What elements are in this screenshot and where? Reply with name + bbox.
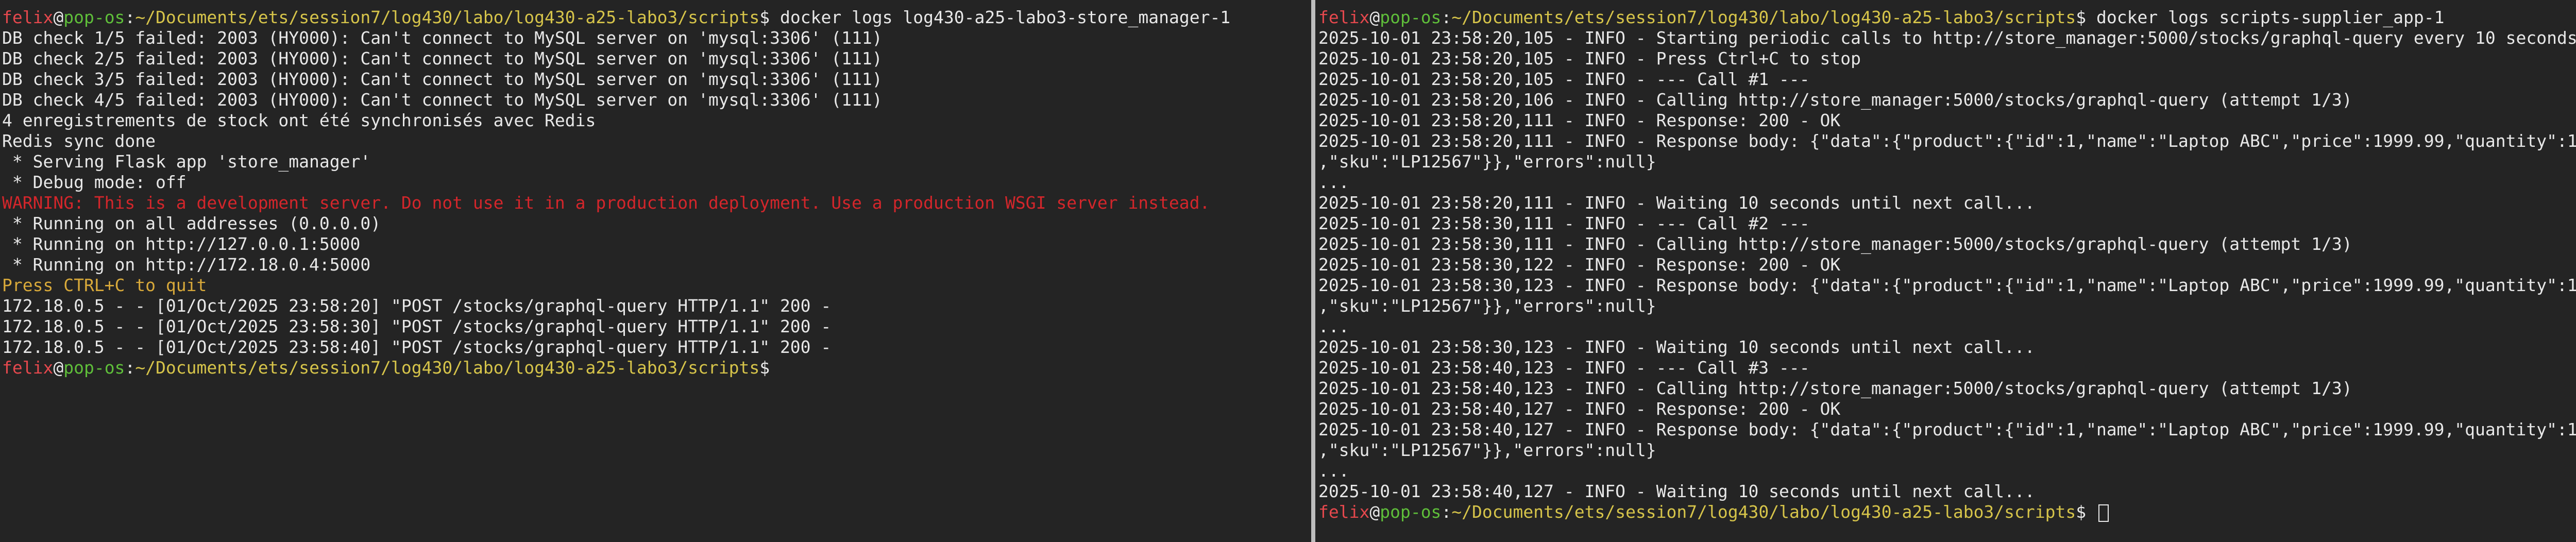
prompt-symbol: $ — [759, 358, 780, 378]
prompt-user: felix — [2, 7, 54, 27]
pane-divider[interactable] — [1311, 0, 1315, 542]
prompt-at: @ — [1369, 7, 1380, 27]
request-log-line: 172.18.0.5 - - [01/Oct/2025 23:58:30] "P… — [2, 316, 832, 336]
prompt-user: felix — [1318, 502, 1370, 522]
command-text: docker logs log430-a25-labo3-store_manag… — [780, 7, 1231, 27]
prompt-symbol: $ — [2076, 502, 2096, 522]
log-line: 2025-10-01 23:58:40,127 - INFO - Waiting… — [1318, 481, 2035, 501]
prompt-separator: : — [1441, 7, 1452, 27]
prompt-line: felix@pop-os:~/Documents/ets/session7/lo… — [2, 7, 1311, 28]
prompt-user: felix — [2, 358, 54, 378]
prompt-symbol: $ — [759, 7, 780, 27]
log-line: * Serving Flask app 'store_manager' — [2, 151, 371, 172]
log-line: 2025-10-01 23:58:30,111 - INFO - --- Cal… — [1318, 213, 1810, 233]
prompt-path: ~/Documents/ets/session7/log430/labo/log… — [135, 7, 760, 27]
warning-line: WARNING: This is a development server. D… — [2, 193, 1210, 213]
log-line: 2025-10-01 23:58:40,127 - INFO - Respons… — [1318, 419, 2576, 439]
log-line: 4 enregistrements de stock ont été synch… — [2, 110, 596, 130]
prompt-host: pop-os — [63, 358, 125, 378]
prompt-host: pop-os — [1380, 502, 1442, 522]
log-line: 2025-10-01 23:58:30,123 - INFO - Waiting… — [1318, 337, 2035, 357]
quit-hint-line: Press CTRL+C to quit — [2, 275, 207, 295]
log-line: ,"sku":"LP12567"}},"errors":null} — [1318, 296, 1656, 316]
log-line: * Debug mode: off — [2, 172, 187, 192]
log-line: 2025-10-01 23:58:20,111 - INFO - Respons… — [1318, 110, 1841, 130]
log-line: DB check 1/5 failed: 2003 (HY000): Can't… — [2, 28, 883, 48]
prompt-path: ~/Documents/ets/session7/log430/labo/log… — [135, 358, 760, 378]
log-line: * Running on http://172.18.0.4:5000 — [2, 255, 371, 275]
log-line: ... — [1318, 461, 1349, 481]
terminal-pane-right[interactable]: felix@pop-os:~/Documents/ets/session7/lo… — [1315, 0, 2576, 542]
prompt-host: pop-os — [63, 7, 125, 27]
log-line: 2025-10-01 23:58:40,123 - INFO - Calling… — [1318, 378, 2352, 398]
log-line: 2025-10-01 23:58:20,105 - INFO - Startin… — [1318, 28, 2576, 48]
prompt-separator: : — [1441, 502, 1452, 522]
log-line: DB check 3/5 failed: 2003 (HY000): Can't… — [2, 69, 883, 89]
log-line: DB check 4/5 failed: 2003 (HY000): Can't… — [2, 90, 883, 110]
prompt-user: felix — [1318, 7, 1370, 27]
prompt-at: @ — [53, 358, 64, 378]
log-line: 2025-10-01 23:58:20,111 - INFO - Waiting… — [1318, 193, 2035, 213]
prompt-line: felix@pop-os:~/Documents/ets/session7/lo… — [2, 358, 1311, 378]
log-line: 2025-10-01 23:58:30,122 - INFO - Respons… — [1318, 255, 1841, 275]
prompt-separator: : — [125, 358, 135, 378]
log-line: 2025-10-01 23:58:40,123 - INFO - --- Cal… — [1318, 358, 1810, 378]
log-line: 2025-10-01 23:58:30,123 - INFO - Respons… — [1318, 275, 2576, 295]
request-log-line: 172.18.0.5 - - [01/Oct/2025 23:58:40] "P… — [2, 337, 832, 357]
request-log-line: 172.18.0.5 - - [01/Oct/2025 23:58:20] "P… — [2, 296, 832, 316]
prompt-host: pop-os — [1380, 7, 1442, 27]
log-line: ... — [1318, 172, 1349, 192]
log-line: Redis sync done — [2, 131, 156, 151]
log-line: ,"sku":"LP12567"}},"errors":null} — [1318, 151, 1656, 172]
terminal-pane-left[interactable]: felix@pop-os:~/Documents/ets/session7/lo… — [0, 0, 1311, 542]
prompt-line: felix@pop-os:~/Documents/ets/session7/lo… — [1318, 7, 2576, 28]
log-line: DB check 2/5 failed: 2003 (HY000): Can't… — [2, 48, 883, 69]
log-line: * Running on http://127.0.0.1:5000 — [2, 234, 361, 254]
log-line: ,"sku":"LP12567"}},"errors":null} — [1318, 440, 1656, 460]
prompt-line: felix@pop-os:~/Documents/ets/session7/lo… — [1318, 502, 2576, 522]
prompt-at: @ — [1369, 502, 1380, 522]
prompt-separator: : — [125, 7, 135, 27]
prompt-path: ~/Documents/ets/session7/log430/labo/log… — [1451, 7, 2076, 27]
log-line: 2025-10-01 23:58:40,127 - INFO - Respons… — [1318, 399, 1841, 419]
terminal-cursor[interactable] — [2098, 504, 2109, 522]
log-line: 2025-10-01 23:58:20,106 - INFO - Calling… — [1318, 90, 2352, 110]
log-line: ... — [1318, 316, 1349, 336]
prompt-path: ~/Documents/ets/session7/log430/labo/log… — [1451, 502, 2076, 522]
prompt-at: @ — [53, 7, 64, 27]
log-line: 2025-10-01 23:58:20,105 - INFO - --- Cal… — [1318, 69, 1810, 89]
log-line: 2025-10-01 23:58:30,111 - INFO - Calling… — [1318, 234, 2352, 254]
prompt-symbol: $ — [2076, 7, 2096, 27]
command-text: docker logs scripts-supplier_app-1 — [2096, 7, 2445, 27]
log-line: 2025-10-01 23:58:20,111 - INFO - Respons… — [1318, 131, 2576, 151]
log-line: 2025-10-01 23:58:20,105 - INFO - Press C… — [1318, 48, 1861, 69]
log-line: * Running on all addresses (0.0.0.0) — [2, 213, 381, 233]
